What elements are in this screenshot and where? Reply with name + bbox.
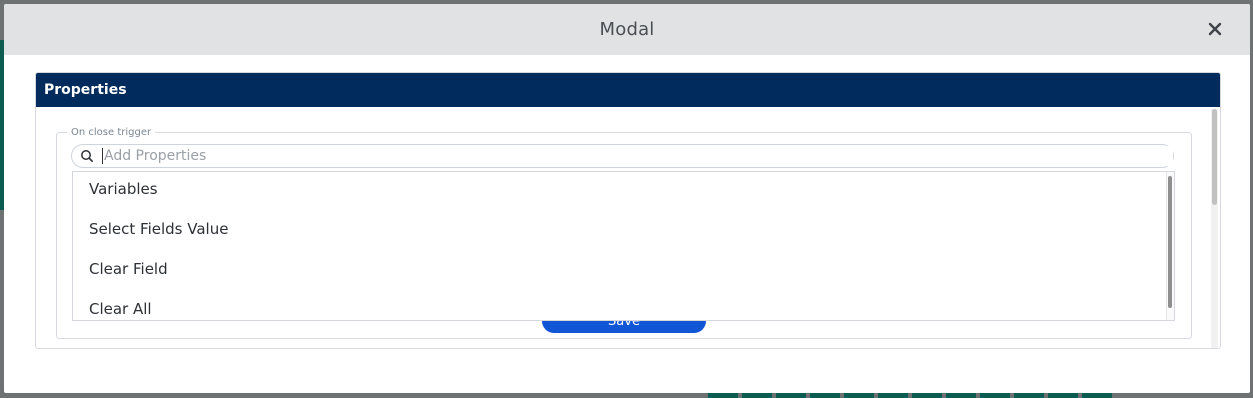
close-icon bbox=[1208, 22, 1222, 36]
panel-scrollbar[interactable] bbox=[1211, 109, 1218, 348]
close-button[interactable] bbox=[1204, 18, 1226, 40]
modal-header: Modal bbox=[4, 4, 1250, 55]
text-caret bbox=[102, 148, 103, 164]
properties-dropdown[interactable]: Variables Select Fields Value Clear Fiel… bbox=[72, 171, 1175, 321]
dropdown-option-variables[interactable]: Variables bbox=[73, 172, 1174, 212]
fieldset-legend: On close trigger bbox=[71, 127, 152, 138]
modal-title: Modal bbox=[599, 19, 655, 40]
dropdown-list: Variables Select Fields Value Clear Fiel… bbox=[73, 172, 1174, 320]
panel-title: Properties bbox=[36, 73, 1220, 107]
search-input[interactable] bbox=[104, 146, 1173, 166]
add-properties-search[interactable] bbox=[71, 144, 1174, 168]
dropdown-scrollbar[interactable] bbox=[1166, 172, 1174, 320]
search-icon bbox=[80, 149, 94, 163]
modal-dialog: Modal Properties On close trigger Save V… bbox=[4, 4, 1250, 393]
dropdown-option-clear-all[interactable]: Clear All bbox=[73, 292, 1174, 320]
dropdown-option-select-fields-value[interactable]: Select Fields Value bbox=[73, 212, 1174, 252]
dropdown-option-clear-field[interactable]: Clear Field bbox=[73, 252, 1174, 292]
